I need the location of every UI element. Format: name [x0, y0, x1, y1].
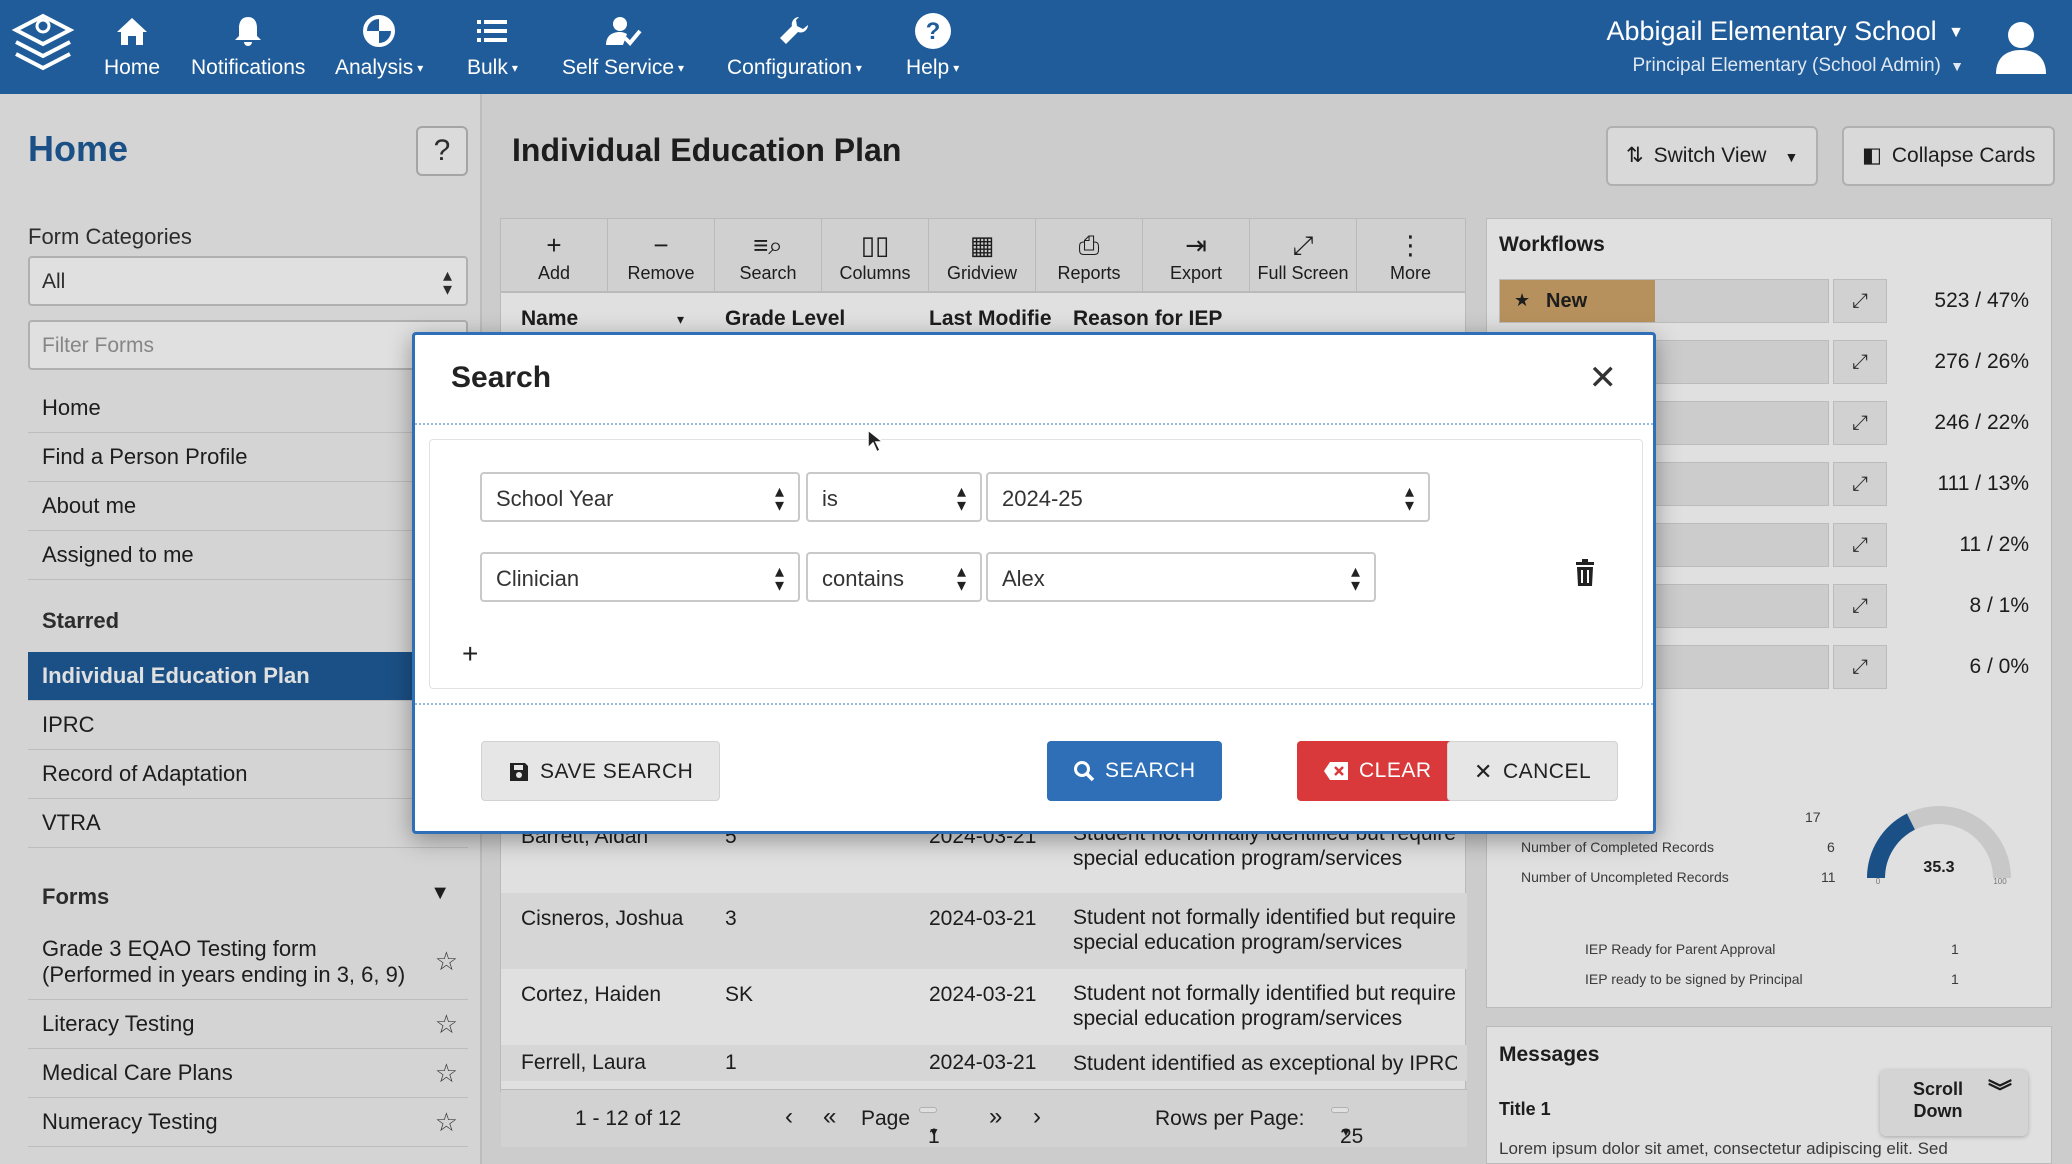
nav-configuration-label: Configuration — [727, 56, 852, 79]
search-submit-button[interactable]: SEARCH — [1047, 741, 1222, 801]
close-icon[interactable]: ✕ — [1589, 361, 1618, 395]
select-arrows-icon: ▴ ▾ — [1404, 481, 1414, 515]
criteria-value: 2024-25 — [1002, 486, 1083, 511]
nav-bulk[interactable]: Bulk ▾ — [467, 10, 518, 80]
select-arrows-icon: ▴ ▾ — [774, 481, 784, 515]
school-name[interactable]: Abbigail Elementary School — [1606, 16, 1936, 46]
select-arrows-icon: ▴ ▾ — [1350, 561, 1360, 595]
search-icon — [1074, 761, 1095, 782]
criteria-field-value: Clinician — [496, 566, 580, 591]
clear-label: CLEAR — [1359, 759, 1432, 782]
user-role[interactable]: Principal Elementary (School Admin) — [1633, 55, 1941, 76]
mouse-cursor-icon — [867, 428, 886, 454]
caret-down-icon: ▾ — [511, 61, 518, 76]
close-icon: ✕ — [1474, 759, 1493, 785]
criteria-field-select[interactable]: School Year ▴ ▾ — [480, 472, 800, 522]
select-arrows-icon: ▴ ▾ — [774, 561, 784, 595]
save-search-label: SAVE SEARCH — [540, 760, 694, 783]
trash-icon[interactable] — [1570, 558, 1600, 588]
criteria-operator-select[interactable]: is ▴ ▾ — [806, 472, 982, 522]
caret-down-icon: ▾ — [953, 61, 960, 76]
caret-down-icon: ▾ — [417, 61, 424, 76]
question-icon: ? — [914, 13, 951, 49]
criteria-operator-value: is — [822, 486, 838, 511]
bell-icon — [235, 17, 262, 46]
caret-down-icon: ▼ — [1948, 23, 1964, 41]
criteria-operator-select[interactable]: contains ▴ ▾ — [806, 552, 982, 602]
save-search-button[interactable]: SAVE SEARCH — [481, 741, 721, 801]
dialog-title: Search — [451, 361, 552, 394]
nav-analysis-label: Analysis — [335, 56, 414, 79]
select-arrows-icon: ▴ ▾ — [956, 481, 966, 515]
nav-home-label: Home — [104, 56, 161, 79]
nav-home[interactable]: Home — [104, 10, 160, 80]
avatar-icon[interactable] — [1992, 18, 2050, 76]
search-submit-label: SEARCH — [1105, 759, 1196, 782]
nav-self-service[interactable]: Self Service ▾ — [562, 10, 684, 80]
search-dialog: Search ✕ School Year ▴ ▾ is ▴ ▾ 2024-25 ▴ ▾… — [412, 332, 1656, 834]
save-icon — [510, 763, 528, 782]
nav-help-label: Help — [906, 56, 950, 79]
school-switcher[interactable]: Abbigail Elementary School ▼ Principal E… — [1606, 16, 1964, 77]
wrench-icon — [780, 17, 809, 44]
nav-bulk-label: Bulk — [467, 56, 508, 79]
criteria-field-value: School Year — [496, 486, 614, 511]
user-check-icon — [606, 17, 642, 46]
backspace-icon — [1324, 762, 1348, 781]
criteria-value: Alex — [1002, 566, 1045, 591]
top-navbar: Home Notifications Analysis ▾ Bulk ▾ Self … — [0, 0, 2072, 94]
nav-analysis[interactable]: Analysis ▾ — [335, 10, 423, 80]
caret-down-icon: ▾ — [678, 61, 685, 76]
caret-down-icon: ▾ — [855, 61, 862, 76]
list-icon — [477, 20, 508, 42]
caret-down-icon: ▼ — [1950, 57, 1964, 74]
criteria-operator-value: contains — [822, 566, 904, 591]
cancel-button[interactable]: ✕ CANCEL — [1447, 741, 1619, 801]
nav-notifications[interactable]: Notifications — [191, 10, 305, 80]
home-icon — [117, 18, 148, 45]
select-arrows-icon: ▴ ▾ — [956, 561, 966, 595]
divider — [415, 423, 1653, 425]
svg-text:?: ? — [925, 18, 940, 45]
pie-chart-icon — [363, 15, 396, 47]
nav-self-service-label: Self Service — [562, 56, 675, 79]
nav-configuration[interactable]: Configuration ▾ — [727, 10, 862, 80]
criteria-field-select[interactable]: Clinician ▴ ▾ — [480, 552, 800, 602]
criteria-value-select[interactable]: 2024-25 ▴ ▾ — [986, 472, 1430, 522]
criteria-value-select[interactable]: Alex ▴ ▾ — [986, 552, 1376, 602]
add-criteria-icon[interactable]: + — [462, 638, 478, 670]
search-criteria-area: School Year ▴ ▾ is ▴ ▾ 2024-25 ▴ ▾ Clinicia… — [429, 439, 1643, 689]
school-logo-icon[interactable] — [10, 12, 76, 82]
divider — [415, 703, 1653, 705]
clear-button[interactable]: CLEAR — [1297, 741, 1458, 801]
nav-help[interactable]: ? Help ▾ — [906, 10, 959, 80]
cancel-label: CANCEL — [1502, 760, 1592, 783]
nav-notifications-label: Notifications — [191, 56, 306, 79]
